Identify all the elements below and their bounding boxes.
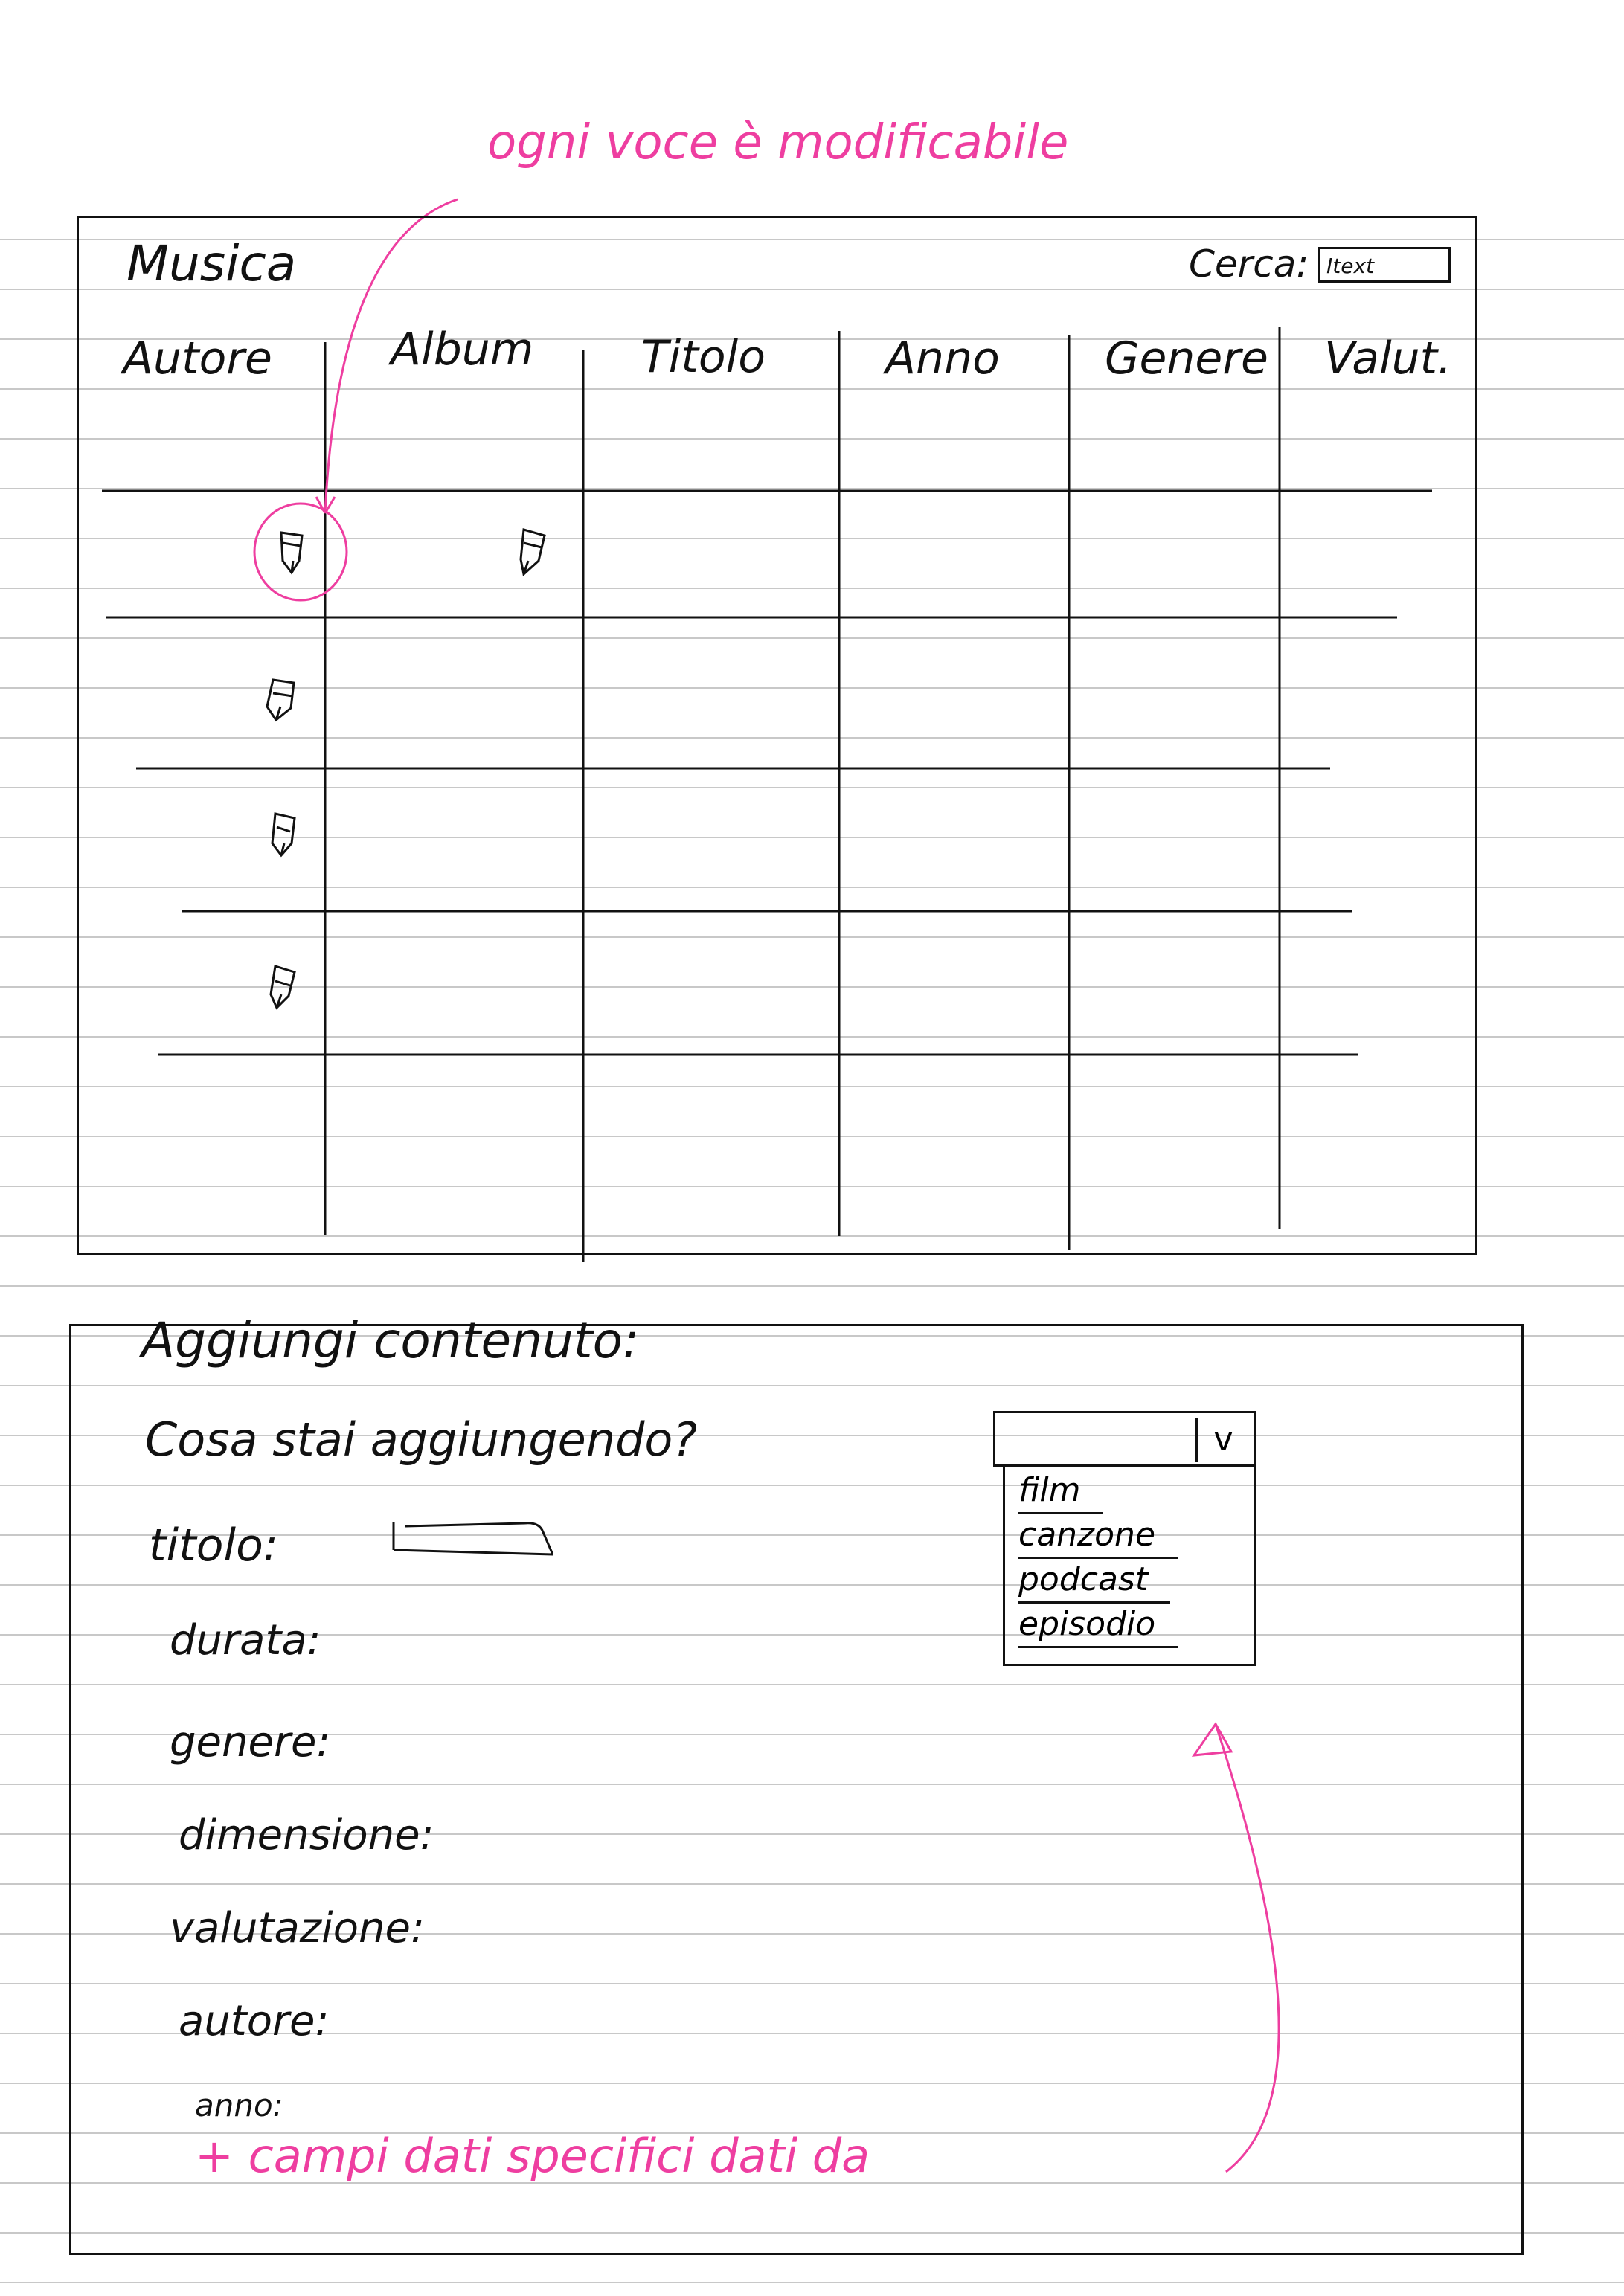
column-header-valut[interactable]: Valut.: [1324, 336, 1451, 381]
field-label-durata: durata:: [170, 1616, 321, 1665]
pencil-edit-icon[interactable]: [265, 963, 301, 1017]
column-header-anno[interactable]: Anno: [885, 336, 1000, 381]
field-label-autore: autore:: [179, 1997, 330, 2045]
search-label: Cerca:: [1189, 242, 1309, 286]
column-header-genere[interactable]: Genere: [1105, 336, 1268, 381]
option-podcast[interactable]: podcast: [1018, 1560, 1171, 1604]
column-header-album[interactable]: Album: [391, 327, 533, 372]
option-episodio[interactable]: episodio: [1018, 1605, 1178, 1648]
pencil-edit-icon[interactable]: [513, 527, 549, 580]
field-label-titolo: titolo:: [149, 1520, 279, 1572]
dropdown-annotation: + campi dati specifici dati da: [195, 2129, 870, 2183]
column-header-autore[interactable]: Autore: [123, 336, 272, 381]
column-header-titolo[interactable]: Titolo: [641, 335, 766, 379]
pencil-edit-icon[interactable]: [264, 677, 300, 730]
field-label-anno: anno:: [195, 2087, 283, 2123]
pencil-edit-icon[interactable]: [274, 528, 309, 582]
chevron-down-icon[interactable]: v: [1195, 1418, 1249, 1462]
titolo-input[interactable]: [391, 1517, 555, 1569]
option-film[interactable]: film: [1018, 1471, 1103, 1514]
option-canzone[interactable]: canzone: [1018, 1516, 1178, 1559]
add-form-title: Aggiungi contenuto:: [141, 1312, 640, 1369]
add-form-question: Cosa stai aggiungendo?: [145, 1412, 698, 1467]
field-label-genere: genere:: [170, 1718, 331, 1766]
field-label-valutazione: valutazione:: [170, 1904, 425, 1952]
field-label-dimensione: dimensione:: [179, 1811, 434, 1859]
content-type-options: film canzone podcast episodio: [1003, 1465, 1256, 1666]
search-input-value: Itext: [1326, 254, 1375, 278]
music-title: Musica: [126, 235, 297, 292]
search-input[interactable]: Itext: [1318, 247, 1451, 283]
content-type-select[interactable]: v: [993, 1411, 1256, 1467]
pencil-edit-icon[interactable]: [266, 811, 302, 864]
editable-annotation: ogni voce è modificabile: [487, 115, 1069, 170]
